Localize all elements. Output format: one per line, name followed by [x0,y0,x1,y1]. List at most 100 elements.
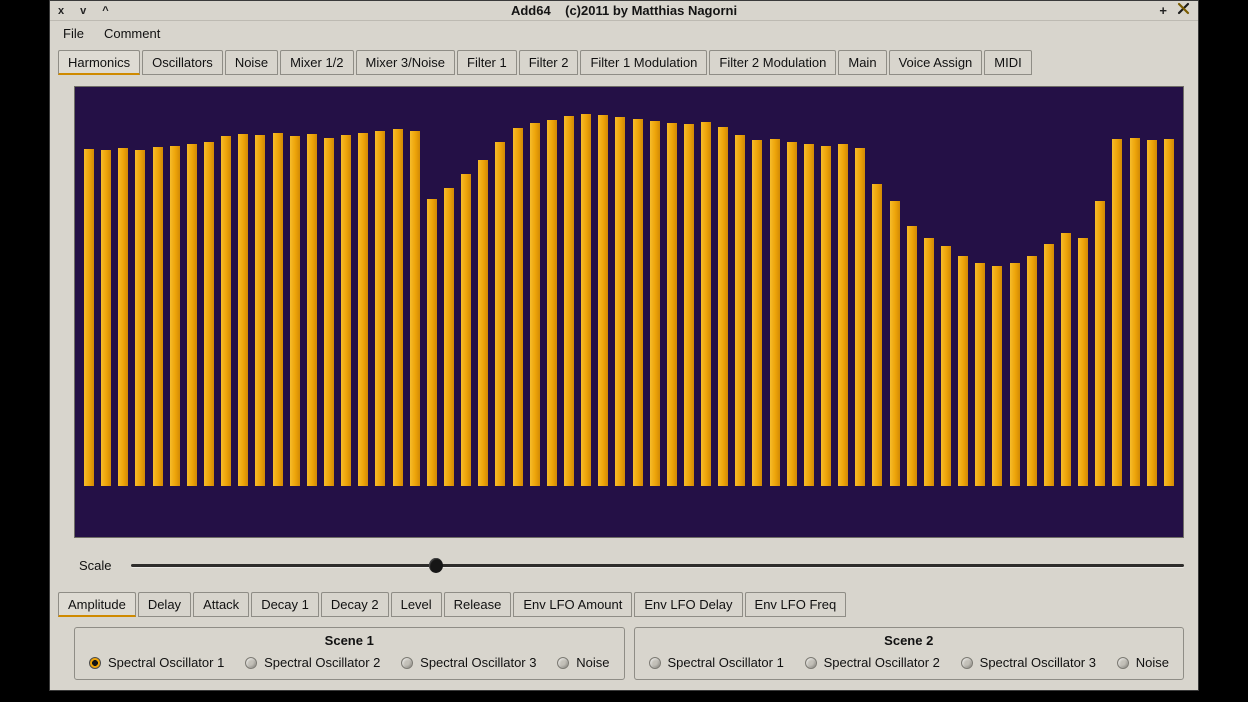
harmonic-bar-55[interactable] [1010,263,1020,486]
harmonic-bar-39[interactable] [735,135,745,486]
harmonic-bar-3[interactable] [118,148,128,486]
harmonic-bar-31[interactable] [598,115,608,486]
env-tab-delay[interactable]: Delay [138,592,191,617]
env-tab-decay-2[interactable]: Decay 2 [321,592,389,617]
titlebar[interactable]: x v ^ Add64 (c)2011 by Matthias Nagorni … [50,1,1198,21]
env-tab-release[interactable]: Release [444,592,512,617]
harmonic-bar-24[interactable] [478,160,488,486]
scene-2-option-noise[interactable]: Noise [1117,655,1169,670]
env-tab-decay-1[interactable]: Decay 1 [251,592,319,617]
tab-filter-1-modulation[interactable]: Filter 1 Modulation [580,50,707,75]
radio-icon[interactable] [557,657,569,669]
scene-1-option-spectral-oscillator-2[interactable]: Spectral Oscillator 2 [245,655,380,670]
tab-filter-2[interactable]: Filter 2 [519,50,579,75]
harmonics-chart[interactable] [74,86,1184,538]
harmonic-bar-25[interactable] [495,142,505,486]
env-tab-level[interactable]: Level [391,592,442,617]
harmonic-bar-12[interactable] [273,133,283,486]
harmonic-bar-52[interactable] [958,256,968,486]
harmonic-bar-8[interactable] [204,142,214,486]
env-tab-env-lfo-delay[interactable]: Env LFO Delay [634,592,742,617]
harmonic-bar-44[interactable] [821,146,831,486]
harmonic-bar-57[interactable] [1044,244,1054,486]
wrench-icon[interactable] [1177,1,1190,21]
close-icon[interactable]: x [58,1,64,21]
radio-icon[interactable] [805,657,817,669]
harmonic-bar-19[interactable] [393,129,403,486]
harmonic-bar-34[interactable] [650,121,660,486]
harmonic-bar-36[interactable] [684,124,694,486]
tab-filter-1[interactable]: Filter 1 [457,50,517,75]
harmonic-bar-4[interactable] [135,150,145,486]
radio-icon[interactable] [1117,657,1129,669]
tab-voice-assign[interactable]: Voice Assign [889,50,983,75]
harmonic-bar-28[interactable] [547,120,557,486]
scene-1-option-spectral-oscillator-3[interactable]: Spectral Oscillator 3 [401,655,536,670]
scene-2-option-spectral-oscillator-3[interactable]: Spectral Oscillator 3 [961,655,1096,670]
tab-mixer-1-2[interactable]: Mixer 1/2 [280,50,353,75]
harmonic-bar-21[interactable] [427,199,437,486]
harmonic-bar-18[interactable] [375,131,385,486]
scene-2-option-spectral-oscillator-1[interactable]: Spectral Oscillator 1 [649,655,784,670]
harmonic-bar-11[interactable] [255,135,265,486]
plus-icon[interactable]: + [1159,1,1167,21]
harmonic-bar-16[interactable] [341,135,351,486]
harmonic-bar-23[interactable] [461,174,471,486]
harmonic-bar-40[interactable] [752,140,762,486]
harmonic-bar-41[interactable] [770,139,780,486]
harmonic-bar-60[interactable] [1095,201,1105,486]
harmonic-bar-26[interactable] [513,128,523,486]
shade-icon[interactable]: v [80,1,86,21]
harmonic-bar-56[interactable] [1027,256,1037,486]
menu-file[interactable]: File [63,26,84,41]
harmonic-bar-1[interactable] [84,149,94,486]
harmonic-bar-9[interactable] [221,136,231,486]
harmonic-bar-43[interactable] [804,144,814,486]
scale-slider[interactable] [131,552,1184,578]
tab-filter-2-modulation[interactable]: Filter 2 Modulation [709,50,836,75]
harmonic-bar-15[interactable] [324,138,334,486]
tab-mixer-3-noise[interactable]: Mixer 3/Noise [356,50,455,75]
harmonic-bar-53[interactable] [975,263,985,486]
harmonic-bar-61[interactable] [1112,139,1122,486]
env-tab-env-lfo-freq[interactable]: Env LFO Freq [745,592,847,617]
harmonic-bar-63[interactable] [1147,140,1157,486]
harmonic-bar-5[interactable] [153,147,163,486]
harmonic-bar-38[interactable] [718,127,728,486]
harmonic-bar-49[interactable] [907,226,917,486]
slider-handle[interactable] [429,558,443,573]
harmonic-bar-17[interactable] [358,133,368,486]
harmonic-bar-14[interactable] [307,134,317,486]
harmonic-bar-50[interactable] [924,238,934,486]
harmonic-bar-42[interactable] [787,142,797,486]
slider-track[interactable] [131,564,1184,567]
harmonic-bar-22[interactable] [444,188,454,486]
env-tab-attack[interactable]: Attack [193,592,249,617]
harmonic-bar-2[interactable] [101,150,111,486]
harmonic-bar-54[interactable] [992,266,1002,486]
harmonic-bar-33[interactable] [633,119,643,486]
harmonic-bar-47[interactable] [872,184,882,486]
tab-noise[interactable]: Noise [225,50,278,75]
harmonic-bar-30[interactable] [581,114,591,486]
raise-icon[interactable]: ^ [102,1,108,21]
scene-1-option-noise[interactable]: Noise [557,655,609,670]
radio-icon[interactable] [89,657,101,669]
harmonic-bar-58[interactable] [1061,233,1071,486]
harmonic-bar-27[interactable] [530,123,540,486]
env-tab-amplitude[interactable]: Amplitude [58,592,136,617]
harmonic-bar-6[interactable] [170,146,180,486]
tab-midi[interactable]: MIDI [984,50,1031,75]
harmonic-bar-13[interactable] [290,136,300,486]
tab-harmonics[interactable]: Harmonics [58,50,140,75]
scene-2-option-spectral-oscillator-2[interactable]: Spectral Oscillator 2 [805,655,940,670]
harmonic-bar-35[interactable] [667,123,677,486]
radio-icon[interactable] [649,657,661,669]
harmonic-bar-46[interactable] [855,148,865,486]
harmonic-bar-45[interactable] [838,144,848,486]
radio-icon[interactable] [961,657,973,669]
harmonic-bar-48[interactable] [890,201,900,486]
harmonic-bar-62[interactable] [1130,138,1140,486]
menu-comment[interactable]: Comment [104,26,160,41]
tab-main[interactable]: Main [838,50,886,75]
